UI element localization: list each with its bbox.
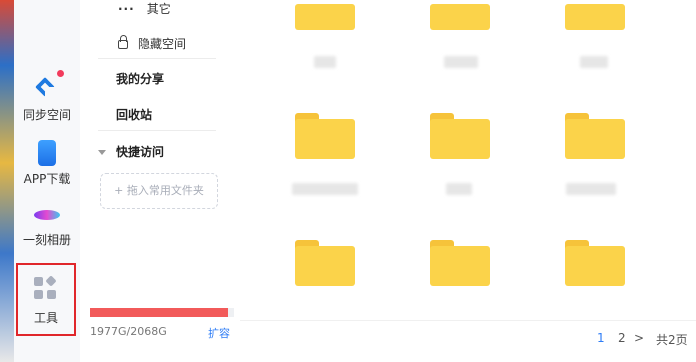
nav-item-quick-access[interactable]: 快捷访问 bbox=[98, 143, 228, 160]
lock-icon bbox=[118, 35, 128, 49]
expand-storage-link[interactable]: 扩容 bbox=[208, 325, 230, 341]
next-page-button[interactable]: > bbox=[634, 331, 644, 345]
folder-name-blurred bbox=[314, 56, 336, 68]
folder-item[interactable] bbox=[295, 113, 355, 159]
rail-label-tools: 工具 bbox=[33, 311, 58, 325]
storage-bar bbox=[90, 308, 234, 317]
page-2-button[interactable]: 2 bbox=[618, 331, 626, 345]
app-window: 同步空间 APP下载 一刻相册 工具 ··· 其它 隐藏空间 我的分享 回收站 bbox=[0, 0, 696, 362]
folder-name-blurred bbox=[446, 183, 472, 195]
nav-label-hidden-space: 隐藏空间 bbox=[138, 37, 187, 51]
side-nav: ··· 其它 隐藏空间 我的分享 回收站 快捷访问 + 拖入常用文件夹 1977G… bbox=[80, 0, 240, 345]
rail-label-album: 一刻相册 bbox=[22, 233, 71, 247]
more-dots-icon: ··· bbox=[118, 2, 135, 16]
file-grid: 1 2 > 共2页 bbox=[240, 0, 696, 362]
tools-grid-icon bbox=[34, 275, 58, 301]
nav-item-recycle-bin[interactable]: 回收站 bbox=[116, 106, 226, 123]
folder-item[interactable] bbox=[565, 240, 625, 286]
folder-item[interactable] bbox=[430, 113, 490, 159]
nav-label-recycle-bin: 回收站 bbox=[116, 108, 153, 122]
pagination: 1 2 > 共2页 bbox=[240, 320, 696, 362]
nav-item-my-share[interactable]: 我的分享 bbox=[116, 70, 226, 87]
nav-item-other[interactable]: ··· 其它 bbox=[118, 0, 228, 17]
page-1-button[interactable]: 1 bbox=[597, 331, 605, 345]
folder-item[interactable] bbox=[295, 4, 355, 30]
album-icon bbox=[34, 210, 60, 220]
storage-bar-fill bbox=[90, 308, 228, 317]
divider bbox=[98, 130, 216, 131]
sync-space-icon bbox=[34, 70, 64, 102]
rail-label-app-download: APP下载 bbox=[23, 172, 71, 186]
folder-name-blurred bbox=[566, 183, 616, 195]
rail-label-sync-space: 同步空间 bbox=[22, 108, 71, 122]
nav-label-quick-access: 快捷访问 bbox=[116, 145, 165, 159]
folder-item[interactable] bbox=[565, 113, 625, 159]
add-common-folder-dropzone[interactable]: + 拖入常用文件夹 bbox=[100, 173, 218, 209]
folder-name-blurred bbox=[580, 56, 608, 68]
nav-label-other: 其它 bbox=[146, 2, 171, 16]
rail-item-app-download[interactable]: APP下载 bbox=[14, 140, 80, 187]
caret-down-icon bbox=[98, 150, 106, 155]
folder-item[interactable] bbox=[430, 4, 490, 30]
folder-item[interactable] bbox=[565, 4, 625, 30]
storage-usage-text: 1977G/2068G bbox=[90, 325, 167, 338]
total-pages-text: 共2页 bbox=[656, 333, 688, 347]
nav-item-hidden-space[interactable]: 隐藏空间 bbox=[118, 35, 228, 52]
phone-icon bbox=[38, 140, 56, 166]
desktop-background-strip bbox=[0, 0, 14, 362]
folder-name-blurred bbox=[444, 56, 478, 68]
folder-item[interactable] bbox=[430, 240, 490, 286]
rail-item-tools[interactable]: 工具 bbox=[16, 263, 76, 336]
divider bbox=[98, 58, 216, 59]
rail-item-sync-space[interactable]: 同步空间 bbox=[14, 70, 80, 123]
nav-label-my-share: 我的分享 bbox=[116, 72, 165, 86]
rail-item-album[interactable]: 一刻相册 bbox=[14, 202, 80, 248]
notification-dot bbox=[57, 70, 64, 77]
folder-name-blurred bbox=[292, 183, 358, 195]
folder-item[interactable] bbox=[295, 240, 355, 286]
